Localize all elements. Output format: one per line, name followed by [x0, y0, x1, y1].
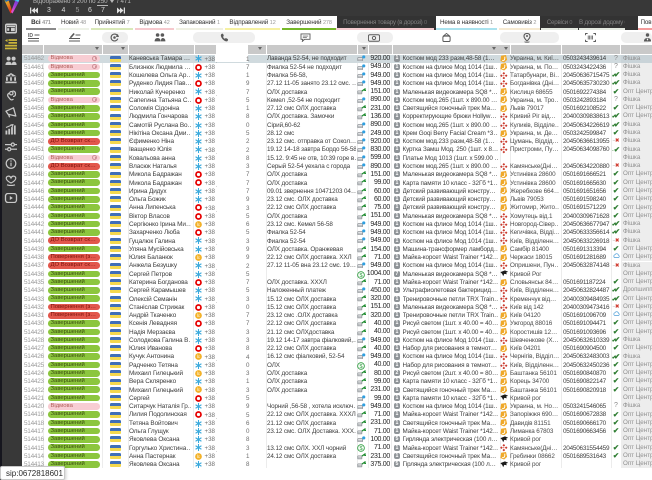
svg-text:lc: lc	[196, 355, 199, 360]
svg-text:lc: lc	[196, 255, 199, 260]
svg-text:lc: lc	[196, 222, 199, 227]
svg-text:lc: lc	[196, 388, 199, 393]
svg-text:lc: lc	[196, 454, 199, 459]
svg-text:lc: lc	[196, 371, 199, 376]
svg-text:lc: lc	[196, 313, 199, 318]
